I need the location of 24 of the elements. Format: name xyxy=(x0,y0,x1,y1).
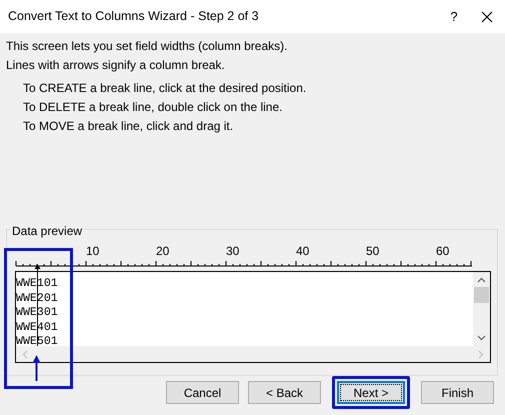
window-title: Convert Text to Columns Wizard - Step 2 of 3 xyxy=(8,8,260,26)
arrow-icon xyxy=(32,355,41,381)
scroll-down-icon[interactable] xyxy=(477,335,486,341)
vertical-scrollbar[interactable] xyxy=(473,272,490,346)
intro-text: This screen lets you set field widths (column breaks). xyxy=(6,38,288,55)
ruler-label: 50 xyxy=(366,244,380,258)
dialog-button[interactable]: Next > xyxy=(337,381,405,404)
ruler-label: 60 xyxy=(436,244,450,258)
dialog-button[interactable]: < Back xyxy=(248,381,321,404)
scroll-thumb[interactable] xyxy=(474,287,489,303)
ruler-label: 40 xyxy=(296,244,310,258)
instruction-text: To CREATE a break line, click at the desired position. xyxy=(23,80,308,97)
ruler-scale-drawing[interactable] xyxy=(15,258,475,268)
ruler-label: 30 xyxy=(226,244,240,258)
help-button[interactable]: ? xyxy=(439,6,469,26)
dialog-button[interactable]: Cancel xyxy=(166,381,239,404)
instruction-text: To MOVE a break line, click and drag it. xyxy=(23,118,234,135)
close-icon[interactable] xyxy=(481,10,493,22)
instruction-text: To DELETE a break line, double click on the line. xyxy=(23,99,284,116)
dialog-button[interactable]: Finish xyxy=(421,381,494,404)
scroll-up-icon[interactable] xyxy=(477,277,486,283)
ruler-label: 20 xyxy=(156,244,170,258)
ruler-label: 10 xyxy=(86,244,100,258)
intro-text: Lines with arrows signify a column break. xyxy=(6,57,226,74)
